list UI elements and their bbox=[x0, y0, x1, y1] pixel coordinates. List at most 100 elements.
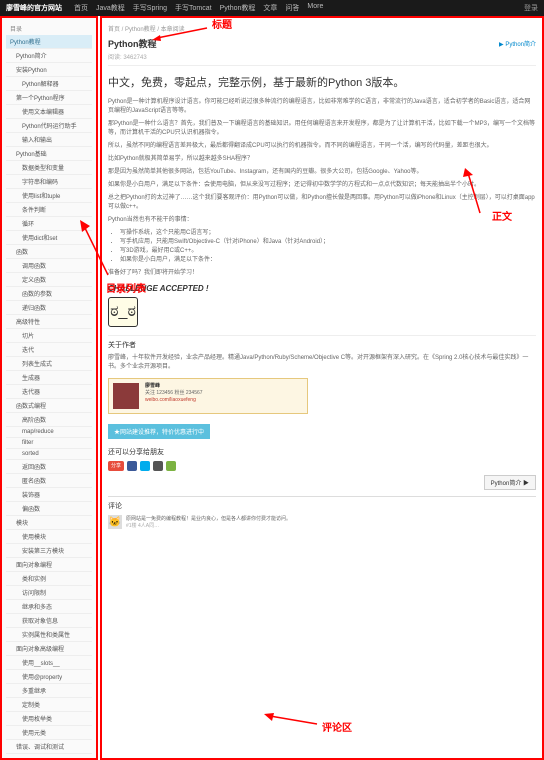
toc-item[interactable]: 使用模块 bbox=[6, 530, 92, 544]
toc-item[interactable]: 迭代器 bbox=[6, 385, 92, 399]
paragraph: 总之把Python打的太过神了……这个我们要客观评价：用Python可以做，和P… bbox=[108, 194, 536, 212]
paragraph: Python是一种计算机程序设计语言。你可能已经听说过很多种流行的编程语言，比如… bbox=[108, 98, 536, 116]
paragraph: 那Python是一种什么语言？首先，我们普及一下编程语言的基础知识。用任何编程语… bbox=[108, 120, 536, 138]
toc-item[interactable]: 模块 bbox=[6, 516, 92, 530]
bullet-item: 写手机应用，只能用Swift/Objective-C（针对iPhone）和Jav… bbox=[120, 238, 536, 247]
toc-item[interactable]: 递归函数 bbox=[6, 301, 92, 315]
author-card: 廖雪峰 关注 123456 粉丝 234567 weibo.com/liaoxu… bbox=[108, 378, 308, 414]
meme-face-image: ಠ_ಠ bbox=[108, 297, 138, 327]
comment-text: 原网站是一免费的编程教程！是业内良心，但是各人都讲你付费才能访问。 bbox=[126, 515, 291, 522]
toc-item[interactable]: 高级特性 bbox=[6, 315, 92, 329]
toc-item[interactable]: Python解释器 bbox=[6, 77, 92, 91]
top-nav: 首页 Java教程手写Spring 手写Tomcat Python教程文章问答 More bbox=[74, 3, 323, 13]
page-title: Python教程 bbox=[108, 37, 157, 50]
comments-heading: 评论 bbox=[108, 501, 536, 511]
toc-item[interactable]: 数据类型和变量 bbox=[6, 161, 92, 175]
share-icon[interactable] bbox=[127, 461, 137, 471]
nav-item[interactable]: 首页 bbox=[74, 3, 88, 13]
about-author-text: 廖雪峰，十年软件开发经验，业余产品经理。精通Java/Python/Ruby/S… bbox=[108, 354, 536, 372]
toc-item[interactable]: 输入和输出 bbox=[6, 133, 92, 147]
toc-item[interactable]: 匿名函数 bbox=[6, 474, 92, 488]
about-author-heading: 关于作者 bbox=[108, 335, 536, 350]
toc-item[interactable]: 循环 bbox=[6, 217, 92, 231]
nav-item[interactable]: More bbox=[307, 3, 323, 13]
toc-item[interactable]: sorted bbox=[6, 449, 92, 460]
paragraph: 如果你是小白用户，满足以下条件：会使用电脑，但从来没写过程序；还记得初中数学学的… bbox=[108, 181, 536, 190]
site-title[interactable]: 廖雪峰的官方网站 bbox=[6, 3, 62, 13]
nav-item[interactable]: 手写Tomcat bbox=[175, 3, 212, 13]
breadcrumb[interactable]: 首页 / Python教程 / 本章阅读 bbox=[108, 24, 536, 33]
toc-item[interactable]: 安装Python bbox=[6, 63, 92, 77]
toc-item[interactable]: 字符串和编码 bbox=[6, 175, 92, 189]
toc-item[interactable]: 返回函数 bbox=[6, 460, 92, 474]
toc-item[interactable]: 使用文本编辑器 bbox=[6, 105, 92, 119]
annotation-comments: 评论区 bbox=[322, 719, 352, 734]
toc-item[interactable]: 错误、调试和测试 bbox=[6, 740, 92, 754]
author-meta: 关注 123456 粉丝 234567 bbox=[145, 390, 203, 397]
share-icon[interactable] bbox=[153, 461, 163, 471]
toc-item[interactable]: 生成器 bbox=[6, 371, 92, 385]
author-weibo-link[interactable]: weibo.com/liaoxuefeng bbox=[145, 397, 196, 403]
toc-item[interactable]: 使用list和tuple bbox=[6, 189, 92, 203]
share-bar: 分享 bbox=[108, 461, 536, 471]
toc-item[interactable]: 使用__slots__ bbox=[6, 656, 92, 670]
bullet-item: 如果你是小白用户，满足以下条件： bbox=[120, 256, 536, 265]
hero-heading: 中文，免费，零起点，完整示例，基于最新的Python 3版本。 bbox=[108, 74, 536, 90]
toc-item[interactable]: 函数式编程 bbox=[6, 399, 92, 413]
toc-item[interactable]: 类和实例 bbox=[6, 572, 92, 586]
toc-item[interactable]: 安装第三方模块 bbox=[6, 544, 92, 558]
paragraph: Python当然也有不能干的事情： bbox=[108, 216, 536, 225]
toc-item[interactable]: 面向对象高级编程 bbox=[6, 642, 92, 656]
nav-item[interactable]: Python教程 bbox=[220, 3, 256, 13]
toc-item[interactable]: 函数 bbox=[6, 245, 92, 259]
toc-item[interactable]: 函数的参数 bbox=[6, 287, 92, 301]
toc-item[interactable]: 调用函数 bbox=[6, 259, 92, 273]
toc-item[interactable]: Python简介 bbox=[6, 49, 92, 63]
challenge-text: CHALLENGE ACCEPTED ! bbox=[108, 284, 536, 293]
toc-item[interactable]: filter bbox=[6, 438, 92, 449]
share-title: 还可以分享给朋友 bbox=[108, 447, 536, 457]
promo-banner[interactable]: ★网站建设推荐，特价优惠进行中 bbox=[108, 424, 210, 439]
comments-section: 评论区 评论 🐱 原网站是一免费的编程教程！是业内良心，但是各人都讲你付费才能访… bbox=[108, 496, 536, 529]
author-name: 廖雪峰 bbox=[145, 383, 203, 390]
nav-item[interactable]: 文章 bbox=[263, 3, 277, 13]
next-link-top[interactable]: ▶ Python简介 bbox=[499, 39, 536, 48]
toc-item[interactable]: 高阶函数 bbox=[6, 413, 92, 427]
share-icon[interactable] bbox=[140, 461, 150, 471]
author-avatar bbox=[113, 383, 139, 409]
commenter-avatar: 🐱 bbox=[108, 515, 122, 529]
toc-item[interactable]: 装饰器 bbox=[6, 488, 92, 502]
toc-item[interactable]: 多重继承 bbox=[6, 684, 92, 698]
paragraph: 那是因为虽然简单其他很多网站，包括YouTube、Instagram，还有国内的… bbox=[108, 168, 536, 177]
toc-item[interactable]: 获取对象信息 bbox=[6, 614, 92, 628]
toc-item[interactable]: 实例属性和类属性 bbox=[6, 628, 92, 642]
bullet-item: 写操作系统，这个只能用C语言写； bbox=[120, 229, 536, 238]
toc-item[interactable]: 继承和多态 bbox=[6, 600, 92, 614]
login-link[interactable]: 登录 bbox=[524, 3, 538, 13]
toc-item[interactable]: 面向对象编程 bbox=[6, 558, 92, 572]
toc-item[interactable]: 定义函数 bbox=[6, 273, 92, 287]
paragraph: 准备好了吗？我们即将开始学习！ bbox=[108, 269, 536, 278]
next-button[interactable]: Python简介 ▶ bbox=[484, 475, 536, 490]
toc-item[interactable]: 偏函数 bbox=[6, 502, 92, 516]
toc-item[interactable]: 使用枚举类 bbox=[6, 712, 92, 726]
toc-item[interactable]: 迭代 bbox=[6, 343, 92, 357]
toc-item[interactable]: 使用dict和set bbox=[6, 231, 92, 245]
toc-item[interactable]: map/reduce bbox=[6, 427, 92, 438]
toc-item[interactable]: 切片 bbox=[6, 329, 92, 343]
toc-item[interactable]: Python教程 bbox=[6, 35, 92, 49]
share-icon[interactable] bbox=[166, 461, 176, 471]
toc-item[interactable]: 条件判断 bbox=[6, 203, 92, 217]
toc-item[interactable]: 使用@property bbox=[6, 670, 92, 684]
nav-item[interactable]: 手写Spring bbox=[133, 3, 167, 13]
nav-item[interactable]: 问答 bbox=[285, 3, 299, 13]
toc-item[interactable]: Python基础 bbox=[6, 147, 92, 161]
toc-item[interactable]: 定制类 bbox=[6, 698, 92, 712]
toc-item[interactable]: 第一个Python程序 bbox=[6, 91, 92, 105]
nav-item[interactable]: Java教程 bbox=[96, 3, 125, 13]
toc-item[interactable]: 访问限制 bbox=[6, 586, 92, 600]
toc-item[interactable]: 使用元类 bbox=[6, 726, 92, 740]
main-content: 标题 首页 / Python教程 / 本章阅读 Python教程 ▶ Pytho… bbox=[100, 16, 544, 760]
toc-item[interactable]: 列表生成式 bbox=[6, 357, 92, 371]
toc-item[interactable]: Python代码运行助手 bbox=[6, 119, 92, 133]
